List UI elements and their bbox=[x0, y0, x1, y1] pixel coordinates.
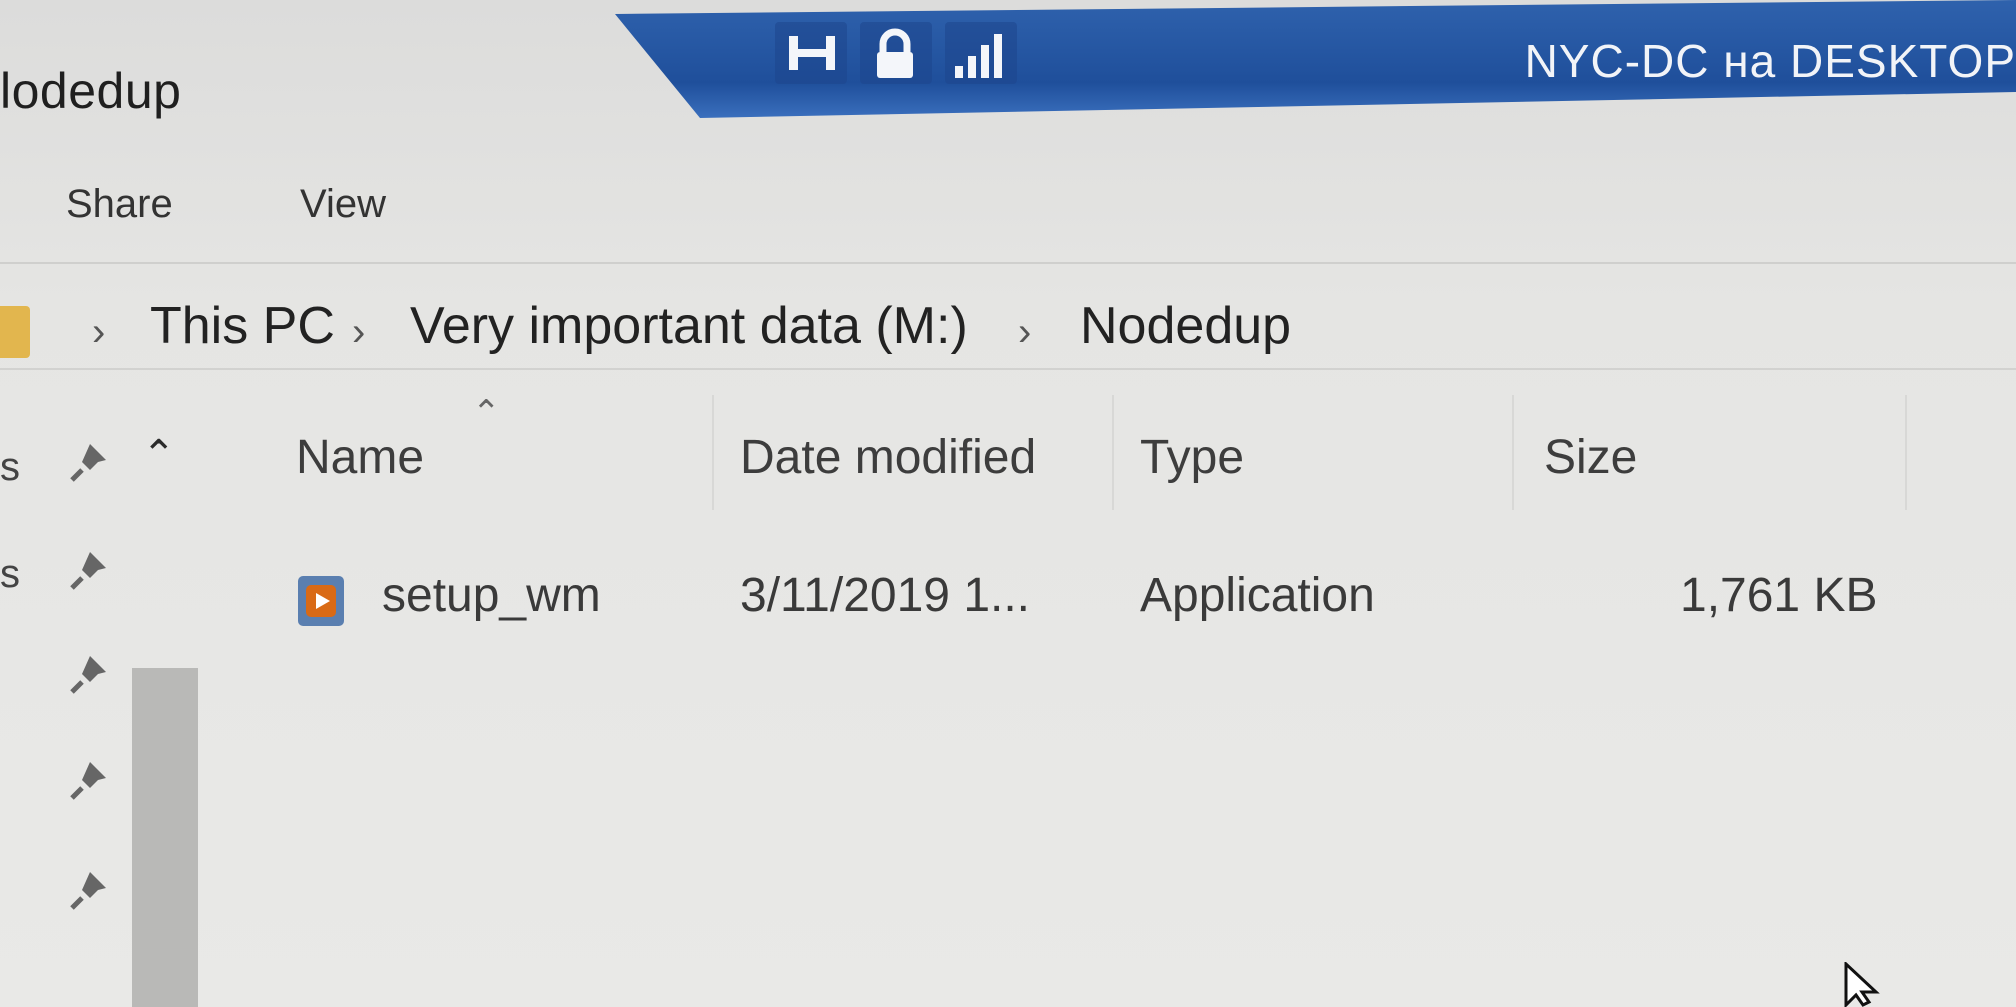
address-divider bbox=[0, 368, 2016, 370]
column-divider[interactable] bbox=[1905, 395, 1907, 510]
lock-icon bbox=[877, 28, 913, 78]
ribbon-divider bbox=[0, 262, 2016, 264]
column-divider[interactable] bbox=[1112, 395, 1114, 510]
tab-share[interactable]: Share bbox=[66, 182, 173, 227]
folder-icon bbox=[0, 306, 30, 358]
chevron-right-icon[interactable]: › bbox=[1018, 310, 1031, 355]
pin-icon[interactable] bbox=[68, 868, 112, 912]
pin-icon[interactable] bbox=[68, 548, 112, 592]
signal-icon[interactable] bbox=[951, 28, 1015, 84]
breadcrumb-drive[interactable]: Very important data (M:) bbox=[410, 296, 968, 356]
tab-view[interactable]: View bbox=[300, 182, 386, 227]
column-header-date-modified[interactable]: Date modified bbox=[740, 430, 1036, 485]
breadcrumb-this-pc[interactable]: This PC bbox=[150, 296, 335, 356]
remote-connection-title: NYC-DC на DESKTOP bbox=[1524, 35, 2016, 87]
chevron-right-icon[interactable]: › bbox=[352, 310, 365, 355]
pin-icon[interactable] bbox=[68, 652, 112, 696]
column-header-name[interactable]: Name bbox=[296, 430, 424, 485]
sort-ascending-icon: ⌃ bbox=[472, 394, 501, 432]
file-name[interactable]: setup_wm bbox=[382, 568, 601, 623]
column-divider[interactable] bbox=[712, 395, 714, 510]
mouse-pointer-icon bbox=[1844, 962, 1880, 1007]
pin-icon[interactable] bbox=[783, 28, 841, 78]
breadcrumb-current-folder[interactable]: Nodedup bbox=[1080, 296, 1291, 356]
column-header-type[interactable]: Type bbox=[1140, 430, 1244, 485]
nav-scrollbar[interactable] bbox=[132, 668, 198, 1007]
file-date-modified: 3/11/2019 1... bbox=[740, 569, 1031, 622]
chevron-up-icon[interactable]: ⌃ bbox=[142, 432, 176, 478]
pin-icon[interactable] bbox=[68, 758, 112, 802]
remote-connection-bar: NYC-DC на DESKTOP bbox=[615, 0, 2016, 118]
file-size: 1,761 KB bbox=[1680, 569, 1878, 622]
column-header-size[interactable]: Size bbox=[1544, 430, 1637, 485]
nav-item-label[interactable]: s bbox=[0, 445, 20, 490]
nav-item-label[interactable]: s bbox=[0, 552, 20, 597]
chevron-right-icon[interactable]: › bbox=[92, 310, 105, 355]
pin-icon[interactable] bbox=[68, 440, 112, 484]
application-icon bbox=[298, 576, 344, 626]
file-type: Application bbox=[1140, 569, 1375, 622]
window-title: lodedup bbox=[0, 63, 182, 119]
screen: lodedup NYC-DC на DESKTOP Share View › T… bbox=[0, 0, 2016, 1007]
column-divider[interactable] bbox=[1512, 395, 1514, 510]
